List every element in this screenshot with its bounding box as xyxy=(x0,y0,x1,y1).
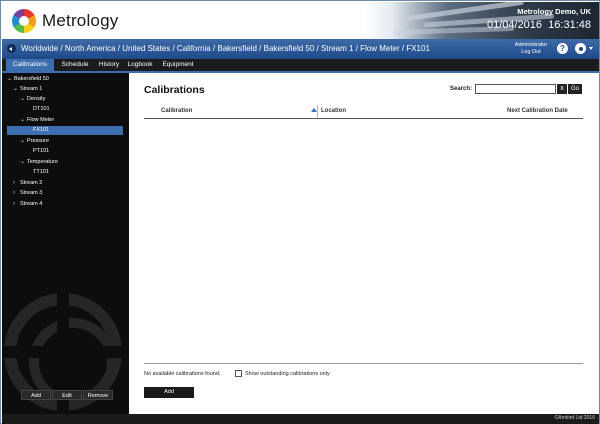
column-header-next-calibration-date[interactable]: Next Calibration Date xyxy=(507,105,568,118)
tree-item-fx101[interactable]: FX101 xyxy=(7,126,123,135)
chevron-down-icon[interactable]: ⌄ xyxy=(20,116,27,125)
tree-item-pt101[interactable]: PT101 xyxy=(33,147,125,156)
back-icon[interactable] xyxy=(7,44,16,53)
date: 01/04/2016 xyxy=(486,19,543,31)
status-bar: ©Ambird Ltd 2016 xyxy=(2,414,599,424)
chevron-right-icon[interactable]: › xyxy=(13,200,20,209)
tab-bar: Calibrations Schedule History Logbook Eq… xyxy=(2,59,599,71)
go-button[interactable]: Go xyxy=(568,84,582,94)
chevron-down-icon[interactable]: ⌄ xyxy=(7,75,14,84)
tree-item-bakersfield-50[interactable]: ⌄ Bakersfield 50 xyxy=(7,75,125,84)
column-header-calibration[interactable]: Calibration xyxy=(161,105,192,118)
show-outstanding-label[interactable]: Show outstanding calibrations only xyxy=(245,371,330,377)
chevron-down-icon[interactable]: ⌄ xyxy=(20,137,27,146)
logout-link[interactable]: Log Out xyxy=(511,49,551,56)
chevron-down-icon[interactable] xyxy=(589,47,593,50)
page-title: Calibrations xyxy=(144,84,205,96)
tree-item-stream-4[interactable]: › Stream 4 xyxy=(13,200,125,209)
sidebar-edit-button[interactable]: Edit xyxy=(52,390,82,400)
table-footer-divider xyxy=(144,363,583,364)
time: 16:31:48 xyxy=(548,19,591,31)
search-label: Search: xyxy=(450,86,473,92)
header-banner-image: Metrology Demo, UK 01/04/2016 16:31:48 xyxy=(364,2,599,39)
site-name: Metrology Demo, UK xyxy=(517,7,591,16)
search-input[interactable] xyxy=(475,84,556,94)
tree-item-dt101[interactable]: DT101 xyxy=(33,105,125,114)
sidebar-tree: ⌄ Bakersfield 50 ⌄ Stream 1 ⌄ Density DT101… xyxy=(2,73,129,414)
column-divider xyxy=(317,105,318,118)
tree-item-flow-meter[interactable]: ⌄ Flow Meter xyxy=(20,116,125,125)
copyright: ©Ambird Ltd 2016 xyxy=(554,415,595,421)
tree-item-stream-2[interactable]: › Stream 2 xyxy=(13,179,125,188)
sidebar-add-button[interactable]: Add xyxy=(21,390,51,400)
app-header: Metrology Metrology Demo, UK 01/04/2016 … xyxy=(2,2,599,39)
help-icon[interactable]: ? xyxy=(557,43,568,54)
sidebar-remove-button[interactable]: Remove xyxy=(83,390,113,400)
show-outstanding-checkbox[interactable] xyxy=(235,370,242,377)
datetime: 01/04/2016 16:31:48 xyxy=(487,19,591,31)
user-menu: Administrator Log Out xyxy=(511,42,551,56)
breadcrumb-bar: Worldwide / North America / United State… xyxy=(2,39,599,59)
settings-icon[interactable] xyxy=(575,43,586,54)
chevron-down-icon[interactable]: ⌄ xyxy=(20,95,27,104)
tree-item-tt101[interactable]: TT101 xyxy=(33,168,125,177)
empty-message: No available calibrations found. xyxy=(144,371,221,377)
close-icon[interactable]: x xyxy=(557,84,567,94)
breadcrumb[interactable]: Worldwide / North America / United State… xyxy=(21,44,430,53)
tree-item-stream-1[interactable]: ⌄ Stream 1 xyxy=(13,85,125,94)
chevron-down-icon[interactable]: ⌄ xyxy=(20,158,27,167)
table-header-divider xyxy=(144,118,583,119)
tree-item-temperature[interactable]: ⌄ Temperature xyxy=(20,158,125,167)
app-window: Metrology Metrology Demo, UK 01/04/2016 … xyxy=(0,0,600,424)
chevron-right-icon[interactable]: › xyxy=(13,179,20,188)
add-calibration-button[interactable]: Add xyxy=(144,387,194,398)
tab-calibrations[interactable]: Calibrations xyxy=(6,59,54,71)
app-title: Metrology xyxy=(42,11,119,30)
metrology-logo-icon xyxy=(12,9,36,33)
tree-item-pressure[interactable]: ⌄ Pressure xyxy=(20,137,125,146)
tree-item-density[interactable]: ⌄ Density xyxy=(20,95,125,104)
tree-item-stream-3[interactable]: › Stream 3 xyxy=(13,189,125,198)
user-name: Administrator xyxy=(514,42,548,48)
tab-schedule[interactable]: Schedule xyxy=(57,59,93,71)
column-header-location[interactable]: Location xyxy=(321,105,346,118)
chevron-right-icon[interactable]: › xyxy=(13,189,20,198)
chevron-down-icon[interactable]: ⌄ xyxy=(13,85,20,94)
tab-logbook[interactable]: Logbook xyxy=(125,59,155,71)
tab-history[interactable]: History xyxy=(95,59,123,71)
tab-equipment[interactable]: Equipment xyxy=(158,59,198,71)
